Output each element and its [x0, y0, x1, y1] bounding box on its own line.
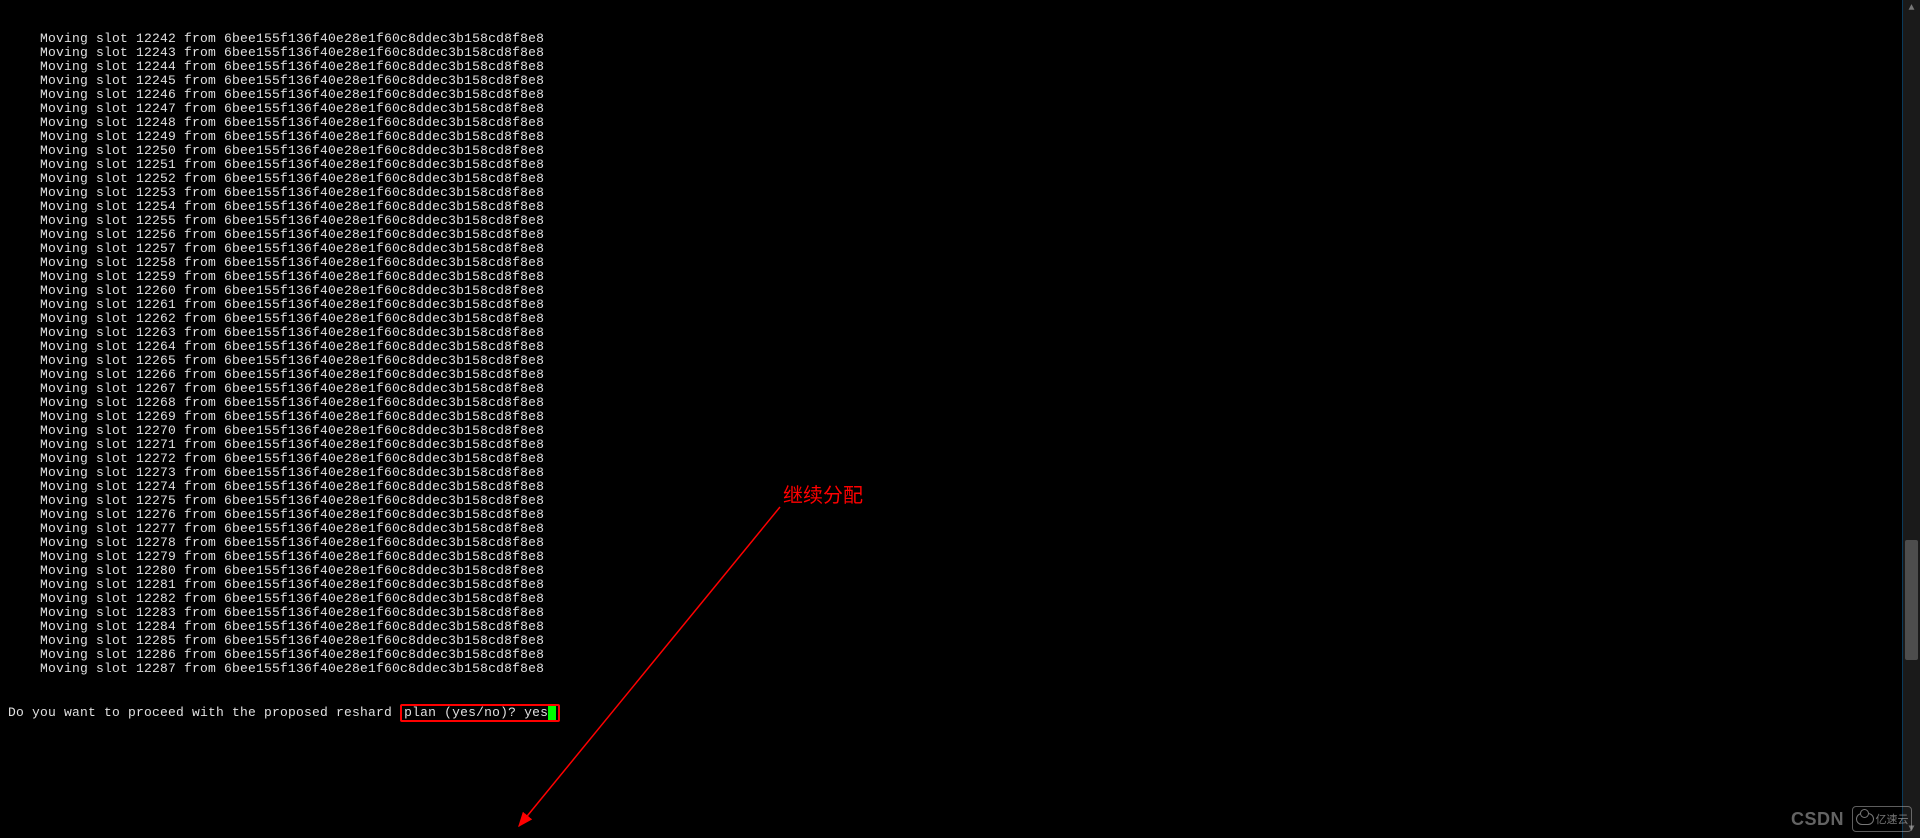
scrollbar-up-button[interactable]: ▲ [1903, 0, 1920, 17]
prompt-highlight-box: plan (yes/no)? yes [400, 704, 560, 722]
log-line: Moving slot 12243 from 6bee155f136f40e28… [8, 46, 1920, 60]
log-line: Moving slot 12282 from 6bee155f136f40e28… [8, 592, 1920, 606]
prompt-boxed-text: plan (yes/no)? yes [404, 705, 548, 720]
log-line: Moving slot 12284 from 6bee155f136f40e28… [8, 620, 1920, 634]
log-line: Moving slot 12275 from 6bee155f136f40e28… [8, 494, 1920, 508]
log-line: Moving slot 12271 from 6bee155f136f40e28… [8, 438, 1920, 452]
log-line: Moving slot 12247 from 6bee155f136f40e28… [8, 102, 1920, 116]
scrollbar-down-button[interactable]: ▼ [1903, 821, 1920, 838]
log-line: Moving slot 12276 from 6bee155f136f40e28… [8, 508, 1920, 522]
log-line: Moving slot 12249 from 6bee155f136f40e28… [8, 130, 1920, 144]
log-line: Moving slot 12265 from 6bee155f136f40e28… [8, 354, 1920, 368]
log-line: Moving slot 12279 from 6bee155f136f40e28… [8, 550, 1920, 564]
log-line: Moving slot 12257 from 6bee155f136f40e28… [8, 242, 1920, 256]
log-line: Moving slot 12283 from 6bee155f136f40e28… [8, 606, 1920, 620]
log-lines: Moving slot 12242 from 6bee155f136f40e28… [8, 32, 1920, 676]
log-line: Moving slot 12256 from 6bee155f136f40e28… [8, 228, 1920, 242]
prompt-text-before: Do you want to proceed with the proposed… [8, 705, 400, 720]
log-line: Moving slot 12248 from 6bee155f136f40e28… [8, 116, 1920, 130]
log-line: Moving slot 12253 from 6bee155f136f40e28… [8, 186, 1920, 200]
terminal-output[interactable]: Moving slot 12242 from 6bee155f136f40e28… [0, 0, 1920, 838]
log-line: Moving slot 12258 from 6bee155f136f40e28… [8, 256, 1920, 270]
log-line: Moving slot 12280 from 6bee155f136f40e28… [8, 564, 1920, 578]
log-line: Moving slot 12278 from 6bee155f136f40e28… [8, 536, 1920, 550]
log-line: Moving slot 12244 from 6bee155f136f40e28… [8, 60, 1920, 74]
log-line: Moving slot 12242 from 6bee155f136f40e28… [8, 32, 1920, 46]
log-line: Moving slot 12285 from 6bee155f136f40e28… [8, 634, 1920, 648]
log-line: Moving slot 12255 from 6bee155f136f40e28… [8, 214, 1920, 228]
log-line: Moving slot 12245 from 6bee155f136f40e28… [8, 74, 1920, 88]
log-line: Moving slot 12287 from 6bee155f136f40e28… [8, 662, 1920, 676]
log-line: Moving slot 12281 from 6bee155f136f40e28… [8, 578, 1920, 592]
log-line: Moving slot 12260 from 6bee155f136f40e28… [8, 284, 1920, 298]
log-line: Moving slot 12266 from 6bee155f136f40e28… [8, 368, 1920, 382]
log-line: Moving slot 12261 from 6bee155f136f40e28… [8, 298, 1920, 312]
log-line: Moving slot 12277 from 6bee155f136f40e28… [8, 522, 1920, 536]
log-line: Moving slot 12268 from 6bee155f136f40e28… [8, 396, 1920, 410]
log-line: Moving slot 12267 from 6bee155f136f40e28… [8, 382, 1920, 396]
reshard-prompt-line: Do you want to proceed with the proposed… [8, 704, 1920, 722]
log-line: Moving slot 12259 from 6bee155f136f40e28… [8, 270, 1920, 284]
log-line: Moving slot 12250 from 6bee155f136f40e28… [8, 144, 1920, 158]
scrollbar-track[interactable]: ▲ ▼ [1902, 0, 1920, 838]
log-line: Moving slot 12262 from 6bee155f136f40e28… [8, 312, 1920, 326]
log-line: Moving slot 12251 from 6bee155f136f40e28… [8, 158, 1920, 172]
log-line: Moving slot 12264 from 6bee155f136f40e28… [8, 340, 1920, 354]
log-line: Moving slot 12273 from 6bee155f136f40e28… [8, 466, 1920, 480]
log-line: Moving slot 12252 from 6bee155f136f40e28… [8, 172, 1920, 186]
scrollbar-thumb[interactable] [1905, 540, 1918, 660]
log-line: Moving slot 12286 from 6bee155f136f40e28… [8, 648, 1920, 662]
log-line: Moving slot 12254 from 6bee155f136f40e28… [8, 200, 1920, 214]
log-line: Moving slot 12269 from 6bee155f136f40e28… [8, 410, 1920, 424]
log-line: Moving slot 12246 from 6bee155f136f40e28… [8, 88, 1920, 102]
log-line: Moving slot 12272 from 6bee155f136f40e28… [8, 452, 1920, 466]
terminal-cursor [548, 706, 556, 720]
log-line: Moving slot 12274 from 6bee155f136f40e28… [8, 480, 1920, 494]
log-line: Moving slot 12263 from 6bee155f136f40e28… [8, 326, 1920, 340]
log-line: Moving slot 12270 from 6bee155f136f40e28… [8, 424, 1920, 438]
